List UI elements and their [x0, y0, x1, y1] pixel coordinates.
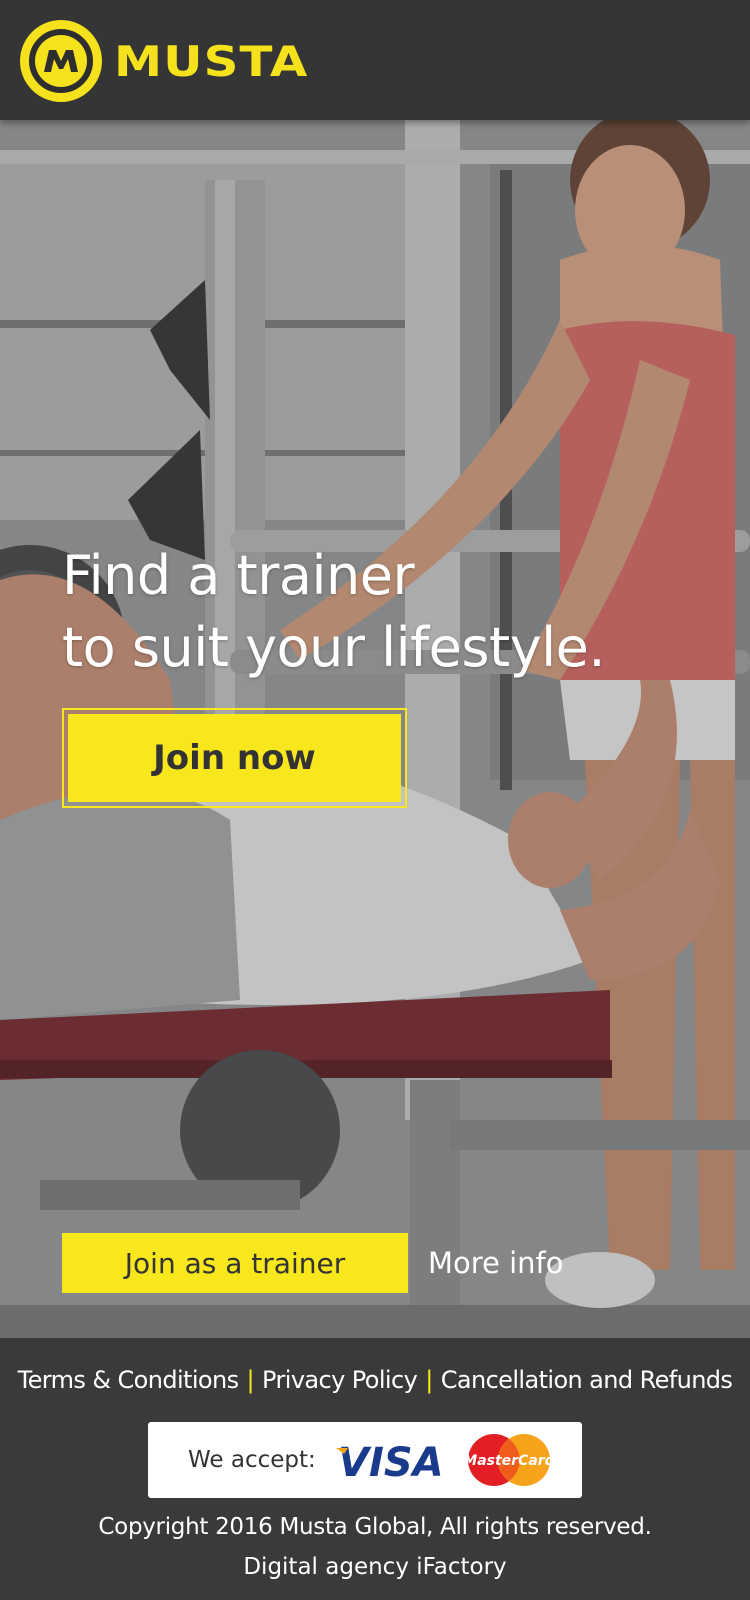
visa-icon: VISA — [335, 1440, 444, 1482]
footer-separator: | — [246, 1366, 255, 1394]
payment-methods-box: We accept: VISA MasterCard — [148, 1422, 582, 1498]
hero-headline: Find a trainer to suit your lifestyle. — [62, 540, 702, 684]
we-accept-label: We accept: — [188, 1447, 316, 1473]
terms-link[interactable]: Terms & Conditions — [18, 1366, 239, 1394]
hero-section: Find a trainer to suit your lifestyle. J… — [0, 120, 750, 1338]
site-footer: Terms & Conditions | Privacy Policy | Cancel… — [0, 1338, 750, 1600]
agency-credit[interactable]: Digital agency iFactory — [0, 1554, 750, 1580]
headline-line-2: to suit your lifestyle. — [62, 616, 606, 679]
svg-text:MasterCard: MasterCard — [464, 1453, 554, 1469]
more-info-link[interactable]: More info — [428, 1233, 564, 1293]
copyright-text: Copyright 2016 Musta Global, All rights … — [98, 1514, 652, 1540]
footer-links: Terms & Conditions | Privacy Policy | Cancel… — [0, 1366, 750, 1394]
privacy-policy-link[interactable]: Privacy Policy — [262, 1366, 418, 1394]
musta-logo[interactable]: MUSTA — [20, 20, 307, 102]
headline-line-1: Find a trainer — [62, 544, 415, 607]
logo-mark-icon — [20, 20, 102, 102]
join-now-label: Join now — [68, 714, 401, 802]
footer-separator: | — [425, 1366, 433, 1394]
mastercard-icon: MasterCard — [464, 1434, 554, 1486]
site-header: MUSTA — [0, 0, 750, 120]
join-as-trainer-button[interactable]: Join as a trainer — [62, 1233, 408, 1293]
cancellation-refunds-link[interactable]: Cancellation and Refunds — [441, 1366, 733, 1394]
brand-name: MUSTA — [114, 36, 309, 86]
join-now-button[interactable]: Join now — [62, 708, 407, 808]
svg-text:VISA: VISA — [338, 1440, 444, 1482]
